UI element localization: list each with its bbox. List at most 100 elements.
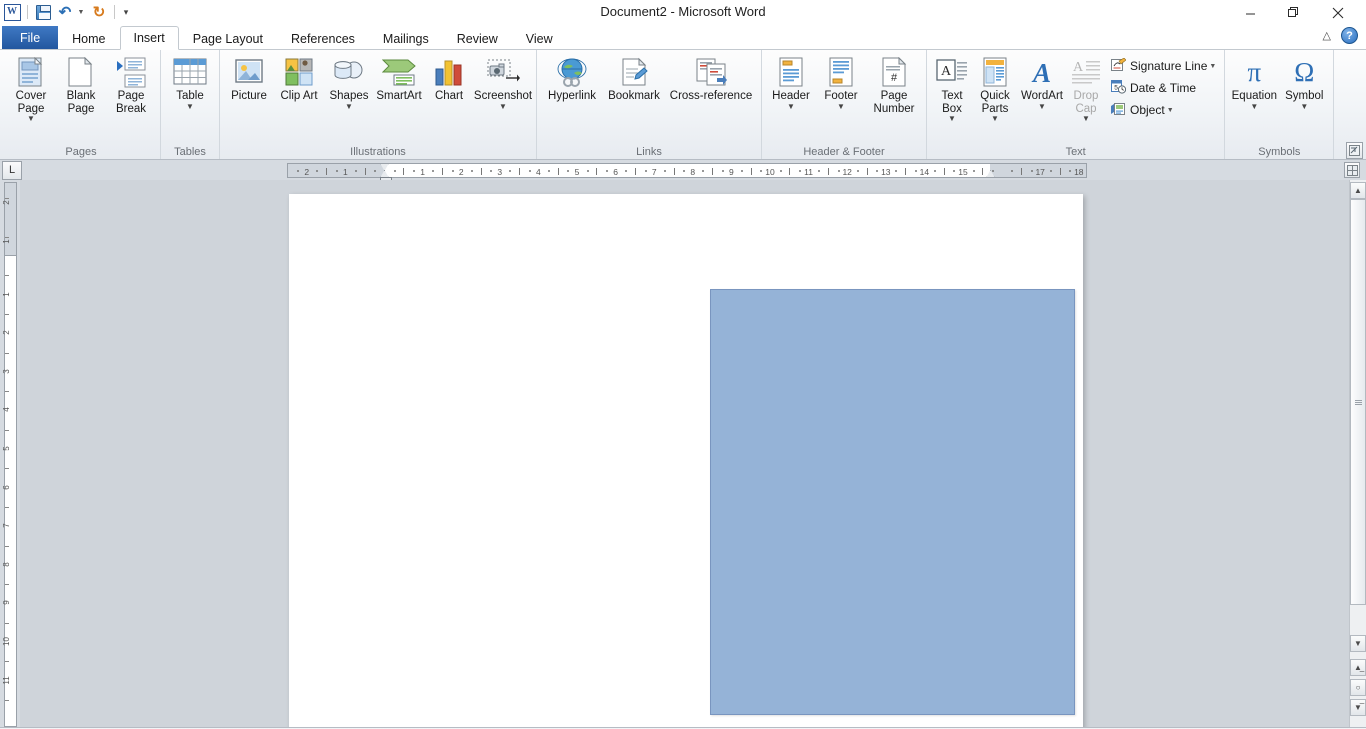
screenshot-label: Screenshot — [473, 90, 533, 102]
header-button[interactable]: Header ▼ — [766, 53, 816, 111]
symbol-caret-icon[interactable]: ▼ — [1300, 102, 1308, 111]
shapes-caret-icon[interactable]: ▼ — [345, 102, 353, 111]
tab-insert[interactable]: Insert — [119, 26, 179, 50]
cover-page-caret-icon[interactable]: ▼ — [27, 115, 35, 123]
vruler-tick-1: 1 — [2, 291, 11, 297]
document-page[interactable] — [289, 194, 1083, 727]
bookmark-button[interactable]: Bookmark — [603, 53, 665, 103]
drop-cap-caret-icon[interactable]: ▼ — [1082, 115, 1090, 123]
page-break-button[interactable]: Page Break — [106, 53, 156, 115]
blank-page-button[interactable]: Blank Page — [56, 53, 106, 115]
text-box-button[interactable]: A Text Box ▼ — [931, 53, 973, 123]
tab-references[interactable]: References — [277, 26, 369, 50]
footer-icon — [828, 56, 854, 88]
vertical-ruler[interactable]: 2 1 1 2 3 4 5 6 7 8 9 10 11 — [0, 180, 20, 727]
screenshot-caret-icon[interactable]: ▼ — [499, 102, 507, 111]
vruler-half-mark — [5, 313, 9, 315]
blank-page-label: Blank Page — [66, 90, 96, 115]
text-box-caret-icon[interactable]: ▼ — [948, 115, 956, 123]
split-window-icon[interactable] — [1346, 142, 1363, 159]
ruler-quarter-mark — [297, 170, 300, 172]
tab-home[interactable]: Home — [58, 26, 119, 50]
footer-caret-icon[interactable]: ▼ — [837, 102, 845, 111]
text-box-icon: A — [936, 56, 968, 88]
cross-reference-button[interactable]: Cross-reference — [665, 53, 757, 103]
chart-button[interactable]: Chart — [424, 53, 474, 103]
table-icon — [173, 56, 207, 88]
tab-view[interactable]: View — [512, 26, 567, 50]
wordart-button[interactable]: A WordArt ▼ — [1017, 53, 1067, 111]
minimize-button[interactable] — [1228, 1, 1272, 25]
object-button[interactable]: Object ▼ — [1107, 99, 1220, 121]
wordart-caret-icon[interactable]: ▼ — [1038, 102, 1046, 111]
symbol-button[interactable]: Ω Symbol ▼ — [1279, 53, 1329, 111]
ruler-half-mark — [827, 168, 829, 175]
header-caret-icon[interactable]: ▼ — [787, 102, 795, 111]
clip-art-icon — [285, 56, 313, 88]
ruler-half-mark — [982, 168, 984, 175]
ruler-half-mark — [905, 168, 907, 175]
footer-label: Footer — [824, 90, 858, 102]
vruler-half-mark — [5, 545, 9, 547]
svg-text:A: A — [941, 64, 952, 79]
close-button[interactable] — [1316, 1, 1360, 25]
page-canvas[interactable] — [20, 180, 1349, 727]
table-button[interactable]: Table ▼ — [165, 53, 215, 111]
view-ruler-icon[interactable] — [1344, 162, 1360, 178]
maximize-button[interactable] — [1272, 1, 1316, 25]
ribbon-group-symbols: π Equation ▼ Ω Symbol ▼ Symbols — [1225, 50, 1335, 159]
picture-button[interactable]: Picture — [224, 53, 274, 103]
vertical-scrollbar[interactable]: ▲ ▼ ▲̲ ○ ▼̅ — [1349, 180, 1366, 727]
tab-file[interactable]: File — [2, 26, 59, 50]
ruler-quarter-mark — [316, 170, 319, 172]
vruler-half-mark — [5, 699, 9, 701]
tab-review[interactable]: Review — [443, 26, 512, 50]
shapes-button[interactable]: Shapes ▼ — [324, 53, 374, 111]
blue-rectangle-shape[interactable] — [710, 289, 1075, 715]
ruler-quarter-mark — [760, 170, 763, 172]
ruler-half-mark — [866, 168, 868, 175]
object-caret-icon[interactable]: ▼ — [1167, 107, 1174, 114]
tab-mailings[interactable]: Mailings — [369, 26, 443, 50]
ruler-tick-11: 11 — [804, 167, 814, 177]
ruler-tick-12: 12 — [842, 167, 852, 177]
select-browse-object-button[interactable]: ○ — [1350, 679, 1366, 696]
footer-button[interactable]: Footer ▼ — [816, 53, 866, 111]
chart-label: Chart — [434, 90, 464, 102]
scroll-thumb[interactable] — [1350, 199, 1366, 605]
ribbon-group-tables: Table ▼ Tables — [161, 50, 220, 159]
signature-line-button[interactable]: Signature Line ▼ — [1107, 55, 1220, 77]
scroll-up-button[interactable]: ▲ — [1350, 182, 1366, 199]
tab-stop-selector[interactable]: L — [2, 160, 22, 180]
next-page-button[interactable]: ▼̅ — [1350, 699, 1366, 716]
tab-page-layout[interactable]: Page Layout — [179, 26, 277, 50]
quick-parts-caret-icon[interactable]: ▼ — [991, 115, 999, 123]
smartart-button[interactable]: SmartArt — [374, 53, 424, 103]
text-box-label: Text Box — [941, 90, 963, 115]
drop-cap-button[interactable]: A Drop Cap ▼ — [1067, 53, 1105, 123]
signature-line-caret-icon[interactable]: ▼ — [1209, 63, 1216, 70]
help-icon[interactable]: ? — [1341, 27, 1358, 44]
shapes-icon — [333, 56, 365, 88]
group-label-symbols: Symbols — [1258, 146, 1301, 158]
table-caret-icon[interactable]: ▼ — [186, 102, 194, 111]
ribbon-group-illustrations: Picture Clip Art Shapes ▼ SmartArt Chart… — [220, 50, 537, 159]
quick-parts-button[interactable]: Quick Parts ▼ — [973, 53, 1017, 123]
svg-text:5: 5 — [1114, 84, 1118, 91]
horizontal-ruler[interactable]: 2 1 1 2 3 4 5 6 7 8 9 10 11 12 13 14 15 17 18 — [287, 163, 1087, 178]
minimize-ribbon-icon[interactable]: △ — [1323, 29, 1331, 42]
scroll-down-button[interactable]: ▼ — [1350, 635, 1366, 652]
screenshot-button[interactable]: Screenshot ▼ — [474, 53, 532, 111]
cover-page-button[interactable]: Cover Page ▼ — [6, 53, 56, 123]
clip-art-button[interactable]: Clip Art — [274, 53, 324, 103]
hyperlink-button[interactable]: Hyperlink — [541, 53, 603, 103]
equation-caret-icon[interactable]: ▼ — [1250, 102, 1258, 111]
ruler-tick-1: 1 — [343, 167, 348, 177]
equation-icon: π — [1247, 57, 1262, 87]
page-number-button[interactable]: # Page Number — [866, 53, 922, 115]
cross-reference-label: Cross-reference — [669, 90, 753, 102]
previous-page-button[interactable]: ▲̲ — [1350, 659, 1366, 676]
equation-button[interactable]: π Equation ▼ — [1229, 53, 1279, 111]
ruler-quarter-mark — [721, 170, 724, 172]
date-time-button[interactable]: 5 Date & Time — [1107, 77, 1220, 99]
